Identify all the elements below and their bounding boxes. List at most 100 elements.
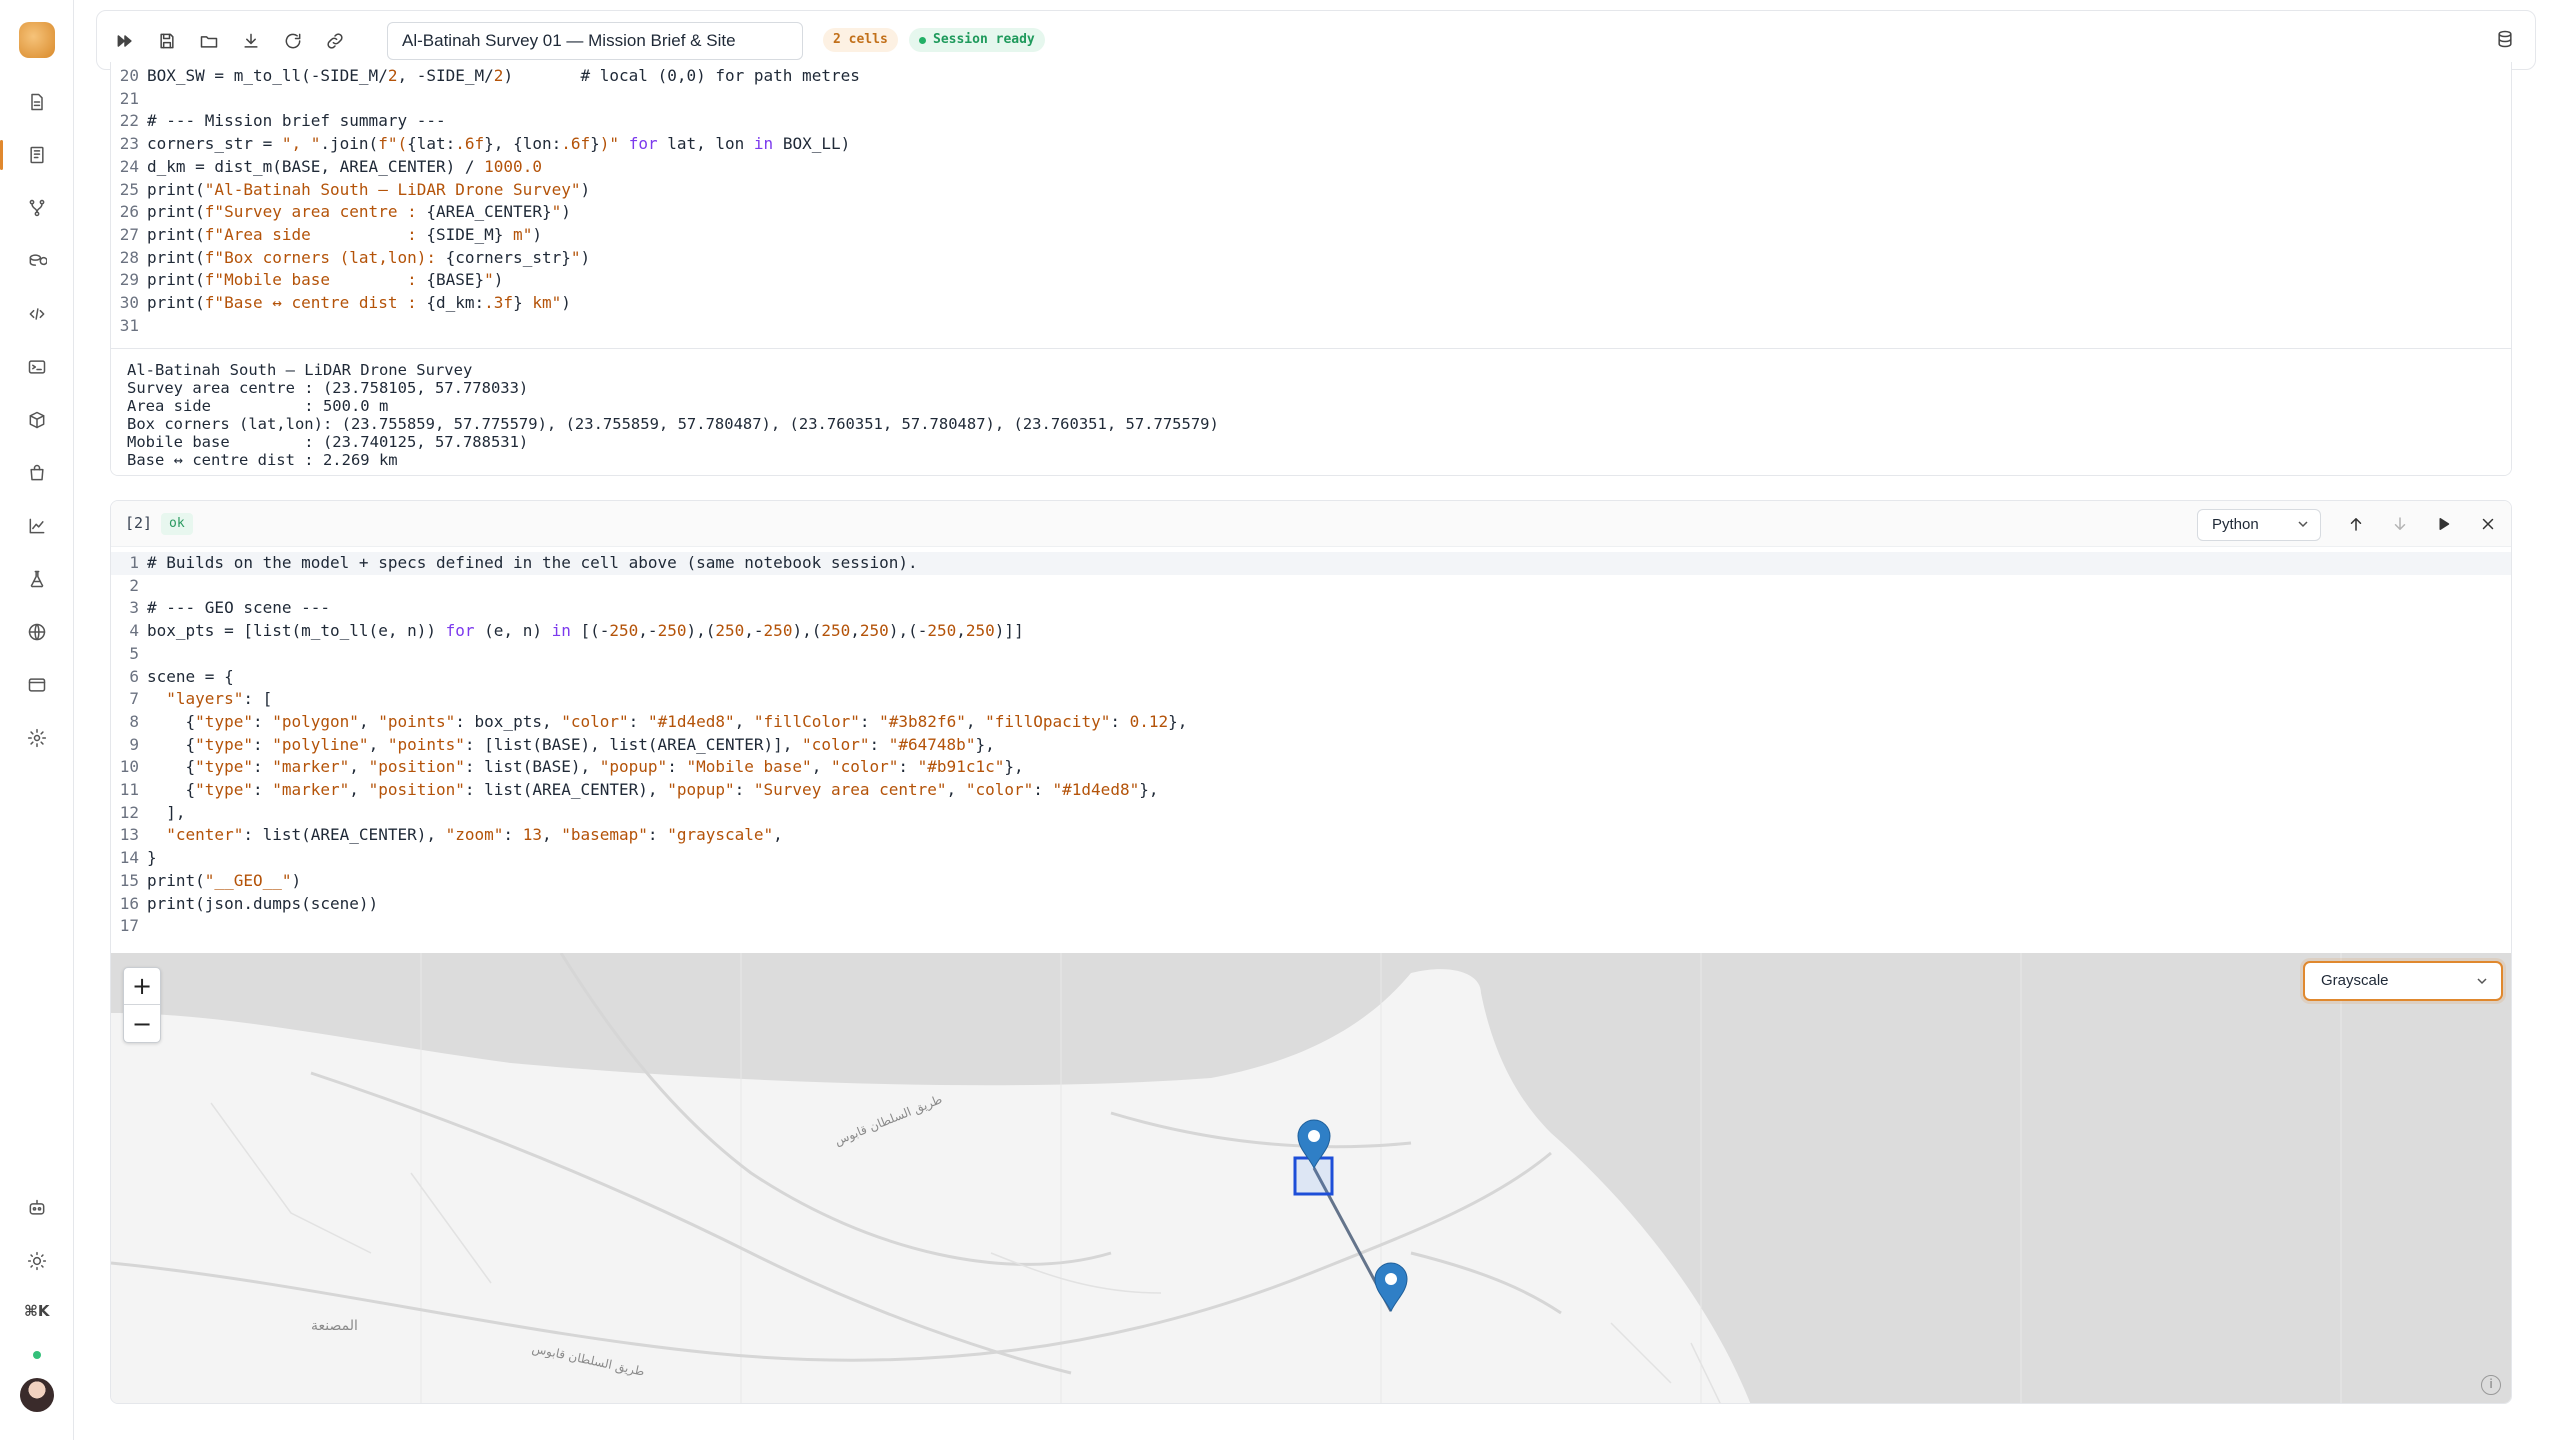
code-line[interactable]: 26 print(f"Survey area centre : {AREA_CEN…	[111, 201, 860, 224]
code-line[interactable]: 5	[111, 643, 2511, 666]
zoom-out-button[interactable]: −	[124, 1005, 160, 1042]
restart-icon[interactable]	[281, 29, 305, 53]
move-down-icon[interactable]	[2387, 511, 2413, 537]
line-number: 12	[119, 802, 139, 822]
file-icon[interactable]	[25, 90, 49, 114]
attribution-info-icon[interactable]: i	[2481, 1375, 2501, 1395]
app-logo[interactable]	[19, 22, 55, 58]
code-line[interactable]: 21	[111, 88, 860, 111]
branch-icon[interactable]	[25, 196, 49, 220]
code-line[interactable]: 3 # --- GEO scene ---	[111, 597, 2511, 620]
code-text: {"type": "polygon", "points": box_pts, "…	[147, 711, 1188, 731]
terminal-icon[interactable]	[25, 355, 49, 379]
code-line[interactable]: 31	[111, 315, 860, 338]
code-line[interactable]: 27 print(f"Area side : {SIDE_M} m")	[111, 224, 860, 247]
line-number: 26	[119, 202, 139, 222]
code-line[interactable]: 2	[111, 575, 2511, 598]
map-overlay	[1293, 1119, 1408, 1313]
open-folder-icon[interactable]	[197, 29, 221, 53]
code-line[interactable]: 14}	[111, 847, 2511, 870]
code-text: BOX_SW = m_to_ll(-SIDE_M/2, -SIDE_M/2) #…	[147, 66, 860, 85]
settings-icon[interactable]	[25, 726, 49, 750]
line-number: 10	[119, 757, 139, 777]
package-icon[interactable]	[25, 408, 49, 432]
link-icon[interactable]	[323, 29, 347, 53]
zoom-in-button[interactable]: +	[124, 968, 160, 1005]
database-icon[interactable]	[2495, 29, 2519, 53]
database-icon[interactable]	[25, 249, 49, 273]
bot-icon[interactable]	[25, 1196, 49, 1220]
line-number: 1	[129, 553, 139, 572]
command-palette-shortcut[interactable]: ⌘K	[24, 1302, 50, 1320]
code-line[interactable]: 9 {"type": "polyline", "points": [list(B…	[111, 734, 2511, 757]
avatar[interactable]	[20, 1378, 54, 1412]
code-cell-2: [2] ok Python 1 # Builds on the model + s…	[110, 500, 2512, 1404]
code-line[interactable]: 10 {"type": "marker", "position": list(B…	[111, 756, 2511, 779]
line-number: 3	[129, 598, 139, 618]
line-number: 30	[119, 293, 139, 313]
code-line[interactable]: 28 print(f"Box corners (lat,lon): {corner…	[111, 247, 860, 270]
language-select[interactable]: Python	[2197, 509, 2321, 541]
basemap-label: Grayscale	[2321, 972, 2389, 989]
code-text: # Builds on the model + specs defined in…	[147, 553, 918, 572]
code-line[interactable]: 8 {"type": "polygon", "points": box_pts,…	[111, 711, 2511, 734]
code-line[interactable]: 12 ],	[111, 802, 2511, 825]
code-line[interactable]: 4 box_pts = [list(m_to_ll(e, n)) for (e, …	[111, 620, 2511, 643]
line-number: 20	[119, 66, 139, 85]
save-icon[interactable]	[155, 29, 179, 53]
line-number: 25	[119, 179, 139, 199]
code-line[interactable]: 13 "center": list(AREA_CENTER), "zoom": …	[111, 824, 2511, 847]
session-status-badge: Session ready	[909, 28, 1045, 52]
notebook-title-input[interactable]: Al-Batinah Survey 01 — Mission Brief & S…	[387, 22, 803, 60]
code-line[interactable]: 1 # Builds on the model + specs defined i…	[111, 552, 2511, 575]
window-icon[interactable]	[25, 673, 49, 697]
code-text: # --- Mission brief summary ---	[147, 111, 446, 131]
basemap-select[interactable]: Grayscale	[2303, 961, 2503, 1001]
code-line[interactable]: 25 print("Al-Batinah South — LiDAR Drone …	[111, 179, 860, 202]
output-line: Al-Batinah South — LiDAR Drone Survey	[127, 361, 473, 379]
cell-header: [2] ok Python	[111, 501, 2511, 547]
cell-status-badge: ok	[161, 513, 193, 535]
mobile-base-marker	[1374, 1262, 1408, 1313]
code-line[interactable]: 11 {"type": "marker", "position": list(A…	[111, 779, 2511, 802]
output-text: Al-Batinah South — LiDAR Drone Survey Sur…	[127, 361, 1219, 469]
code-line[interactable]: 6 scene = {	[111, 666, 2511, 689]
code-line[interactable]: 22 # --- Mission brief summary ---	[111, 110, 860, 133]
code-text: }	[147, 848, 157, 868]
line-number: 4	[129, 621, 139, 641]
run-all-icon[interactable]	[113, 29, 137, 53]
line-number: 28	[119, 247, 139, 267]
notebook-icon[interactable]	[25, 143, 49, 167]
code-line[interactable]: 17	[111, 915, 2511, 938]
move-up-icon[interactable]	[2343, 511, 2369, 537]
code-icon[interactable]	[25, 302, 49, 326]
globe-icon[interactable]	[25, 620, 49, 644]
code-editor[interactable]: 1 # Builds on the model + specs defined i…	[111, 552, 2511, 938]
code-line[interactable]: 7 "layers": [	[111, 688, 2511, 711]
cell-output: Al-Batinah South — LiDAR Drone Survey Sur…	[111, 348, 2511, 475]
download-icon[interactable]	[239, 29, 263, 53]
code-line[interactable]: 29 print(f"Mobile base : {BASE}")	[111, 269, 860, 292]
code-line[interactable]: 16 print(json.dumps(scene))	[111, 893, 2511, 916]
code-line[interactable]: 15 print("__GEO__")	[111, 870, 2511, 893]
flask-icon[interactable]	[25, 567, 49, 591]
line-number: 31	[119, 315, 139, 335]
sun-icon[interactable]	[25, 1249, 49, 1273]
code-text: "layers": [	[166, 689, 273, 709]
code-line[interactable]: 24 d_km = dist_m(BASE, AREA_CENTER) / 100…	[111, 156, 860, 179]
line-number: 6	[129, 666, 139, 686]
code-editor[interactable]: 20 BOX_SW = m_to_ll(-SIDE_M/2, -SIDE_M/2)…	[111, 65, 860, 337]
zoom-control: + −	[123, 967, 161, 1043]
code-text: # --- GEO scene ---	[147, 598, 331, 618]
code-line[interactable]: 23 corners_str = ", ".join(f"({lat:.6f}, …	[111, 133, 860, 156]
line-number: 23	[119, 134, 139, 154]
code-line[interactable]: 30 print(f"Base ↔ centre dist : {d_km:.3f…	[111, 292, 860, 315]
chart-icon[interactable]	[25, 514, 49, 538]
code-text: print("Al-Batinah South — LiDAR Drone Su…	[147, 179, 591, 199]
run-cell-icon[interactable]	[2431, 511, 2457, 537]
code-text: {"type": "marker", "position": list(BASE…	[147, 757, 1024, 777]
close-icon[interactable]	[2475, 511, 2501, 537]
map-view[interactable]: المصنعة طريق السلطان قابوس طريق السلطان …	[111, 953, 2511, 1403]
shopping-bag-icon[interactable]	[25, 461, 49, 485]
code-line[interactable]: 20 BOX_SW = m_to_ll(-SIDE_M/2, -SIDE_M/2)…	[111, 65, 860, 88]
